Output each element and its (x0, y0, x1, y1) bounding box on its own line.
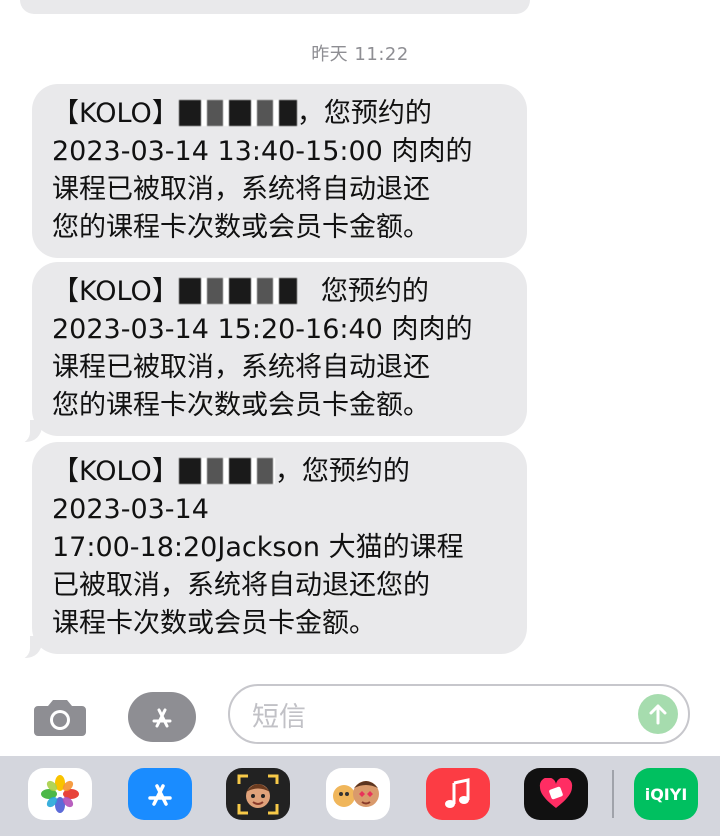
heart-icon (539, 778, 573, 808)
music-note-icon (445, 778, 470, 808)
send-button[interactable] (638, 694, 678, 734)
message-line: 【KOLO】 ，您预约的 (52, 98, 432, 129)
arrow-up-icon (649, 704, 667, 725)
camera-icon (34, 700, 86, 736)
message-line: 【KOLO】 ，您预约的 (52, 456, 410, 487)
message-input-placeholder: 短信 (252, 701, 306, 733)
redacted-name (178, 100, 297, 126)
message-line: 2023-03-14 (52, 494, 209, 525)
dock-divider (612, 770, 614, 818)
camera-button[interactable] (30, 692, 90, 742)
message-line: 已被取消，系统将自动退还您的 (52, 570, 430, 601)
message-line: 2023-03-14 15:20-16:40 肉肉的 (52, 314, 473, 345)
message-line: 17:00-18:20Jackson 大猫的课程 (52, 532, 464, 563)
fitness-app[interactable] (524, 768, 588, 820)
message-line: 您的课程卡次数或会员卡金额。 (52, 212, 430, 243)
app-store-icon (152, 708, 172, 728)
redacted-name (178, 278, 297, 304)
message-bubble[interactable]: 【KOLO】 ，您预约的 2023-03-14 17:00-18:20Jackso… (32, 442, 527, 654)
message-timestamp: 昨天 11:22 (311, 44, 409, 65)
message-input-bar: 短信 (0, 676, 720, 754)
app-store-icon (148, 784, 172, 806)
message-bubble[interactable]: 【KOLO】 ，您预约的 2023-03-14 13:40-15:00 肉肉的 课… (32, 84, 527, 258)
message-input[interactable]: 短信 (228, 684, 690, 744)
message-line: 课程卡次数或会员卡金额。 (52, 608, 376, 639)
message-line: 2023-03-14 13:40-15:00 肉肉的 (52, 136, 473, 167)
message-line: 课程已被取消，系统将自动退还 (52, 174, 430, 205)
redacted-name (178, 458, 275, 484)
iqiyi-app[interactable]: iQIYI (634, 768, 698, 820)
message-line: 您的课程卡次数或会员卡金额。 (52, 390, 430, 421)
message-line: 课程已被取消，系统将自动退还 (52, 352, 430, 383)
app-drawer: iQIYI (0, 756, 720, 836)
bubble-tail (14, 636, 42, 660)
bubble-tail (14, 420, 42, 444)
music-app[interactable] (426, 768, 490, 820)
message-line: 【KOLO】 您预约的 (52, 276, 429, 307)
apps-button[interactable] (128, 692, 196, 742)
previous-message-bubble (20, 0, 530, 14)
message-bubble[interactable]: 【KOLO】 您预约的 2023-03-14 15:20-16:40 肉肉的 课程… (32, 262, 527, 436)
memoji-icon (237, 774, 279, 815)
photos-app[interactable] (28, 768, 92, 820)
app-store-app[interactable] (128, 768, 192, 820)
photos-icon (41, 775, 79, 813)
animoji-app[interactable] (326, 768, 390, 820)
iqiyi-label: iQIYI (644, 784, 688, 804)
animoji-stickers-icon (333, 781, 379, 807)
memoji-app[interactable] (226, 768, 290, 820)
